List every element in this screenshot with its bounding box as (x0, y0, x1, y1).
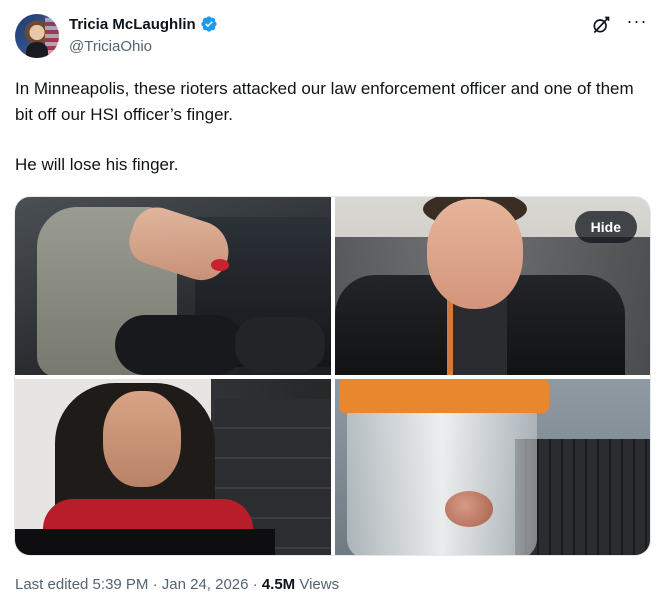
grok-icon[interactable] (590, 14, 612, 36)
media-grid: Hide (14, 196, 651, 556)
black-coat-lower (15, 529, 275, 555)
tweet-meta: Last edited 5:39 PM · Jan 24, 2026 · 4.5… (15, 576, 339, 593)
author-handle[interactable]: @TriciaOhio (69, 38, 152, 55)
face (427, 199, 523, 309)
views-count: 4.5M (261, 576, 296, 593)
photo-young-man[interactable]: Hide (335, 197, 650, 375)
tweet-text: In Minneapolis, these rioters attacked o… (15, 76, 645, 178)
top-actions: ··· (590, 12, 648, 36)
avatar[interactable] (15, 14, 59, 58)
avatar-body (26, 42, 48, 58)
photo-injured-hand[interactable] (15, 197, 331, 375)
display-name[interactable]: Tricia McLaughlin (69, 16, 196, 33)
author-name-row: Tricia McLaughlin (69, 15, 218, 33)
black-glove-2 (235, 317, 325, 372)
photo-specimen-cup[interactable] (335, 379, 650, 555)
specimen-cup (347, 393, 537, 555)
finger-in-cup (445, 491, 493, 527)
orange-lid (339, 379, 549, 413)
tweet-paragraph-1: In Minneapolis, these rioters attacked o… (15, 79, 634, 124)
photo-woman-red-coat[interactable] (15, 379, 331, 555)
more-icon[interactable]: ··· (626, 12, 648, 36)
edited-timestamp[interactable]: Last edited 5:39 PM · Jan 24, 2026 · (15, 576, 258, 593)
tweet-paragraph-2: He will lose his finger. (15, 155, 179, 174)
hide-button[interactable]: Hide (574, 211, 637, 243)
blood-spot (211, 259, 229, 271)
views-label: Views (299, 576, 340, 593)
verified-badge-icon (201, 16, 217, 32)
black-glove (115, 315, 245, 375)
face (103, 391, 181, 487)
